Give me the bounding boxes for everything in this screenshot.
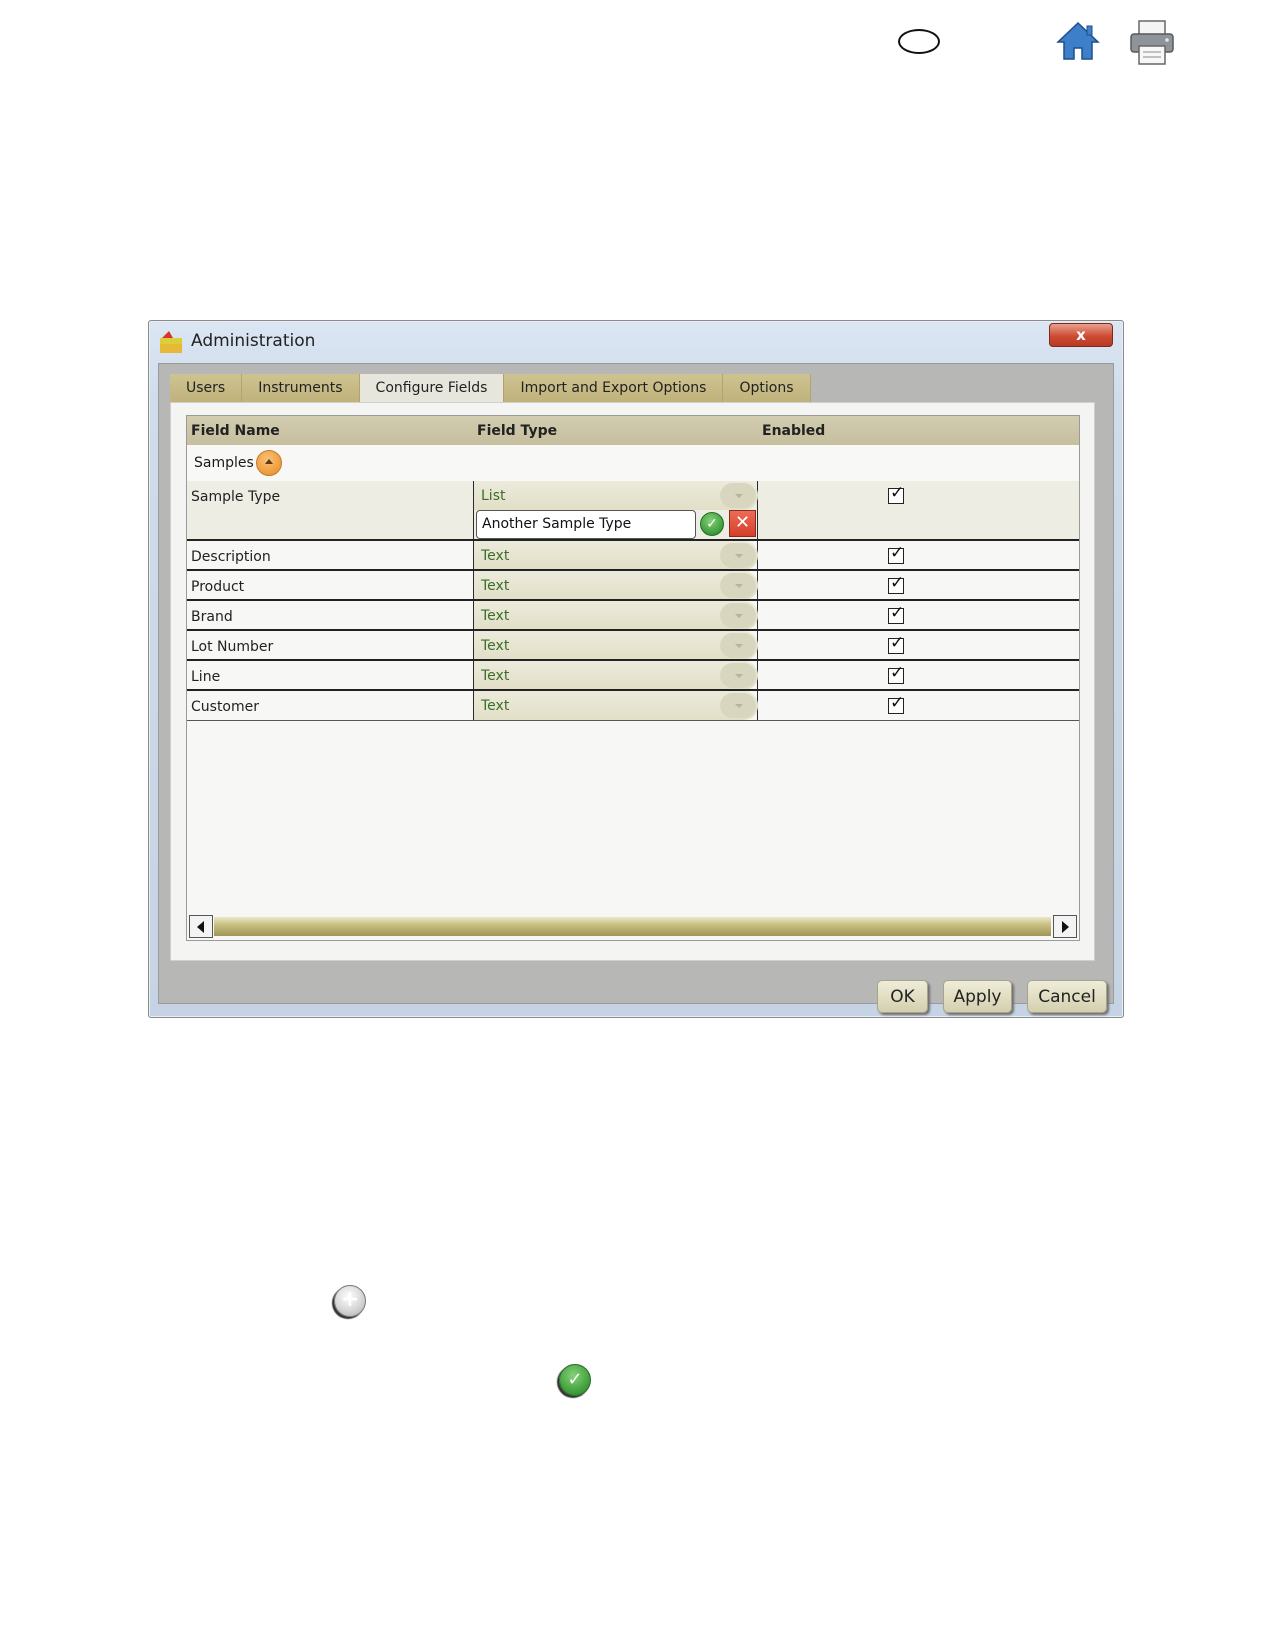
list-item-input[interactable]: Another Sample Type	[476, 510, 696, 539]
field-type-dropdown[interactable]: Text	[474, 571, 758, 600]
chevron-down-icon[interactable]	[720, 633, 756, 658]
add-icon: +	[334, 1285, 366, 1317]
scrollbar-thumb[interactable]	[214, 917, 1051, 936]
tab-users[interactable]: Users	[170, 374, 243, 402]
enabled-checkbox[interactable]	[888, 573, 904, 594]
table-row[interactable]: Brand Text	[187, 601, 1079, 631]
enabled-checkbox[interactable]	[888, 483, 904, 504]
scroll-right-arrow-icon[interactable]	[1053, 915, 1077, 938]
field-type-cell: Text	[473, 691, 758, 721]
tab-options[interactable]: Options	[723, 374, 811, 402]
ok-button[interactable]: OK	[877, 980, 928, 1013]
row-divider	[187, 720, 1079, 721]
check-icon: ✓	[559, 1364, 591, 1396]
tab-strip: Users Instruments Configure Fields Impor…	[170, 374, 811, 402]
field-name-cell: Line	[191, 669, 221, 685]
app-logo-icon	[160, 331, 182, 353]
title-bar[interactable]: Administration x	[149, 321, 1123, 363]
field-type-value: Text	[481, 578, 510, 594]
field-type-cell: Text	[473, 661, 758, 691]
tab-configure-fields[interactable]: Configure Fields	[359, 374, 505, 402]
horizontal-scrollbar[interactable]	[187, 913, 1079, 940]
field-type-dropdown[interactable]: Text	[474, 691, 758, 720]
field-type-value: List	[481, 488, 506, 504]
field-type-dropdown[interactable]: Text	[474, 601, 758, 630]
chevron-down-icon[interactable]	[720, 663, 756, 688]
administration-window: Administration x Users Instruments Confi…	[148, 320, 1124, 1018]
cancel-button[interactable]: Cancel	[1027, 980, 1107, 1013]
grid-header: Field Name Field Type Enabled	[187, 416, 1079, 445]
fields-grid: Field Name Field Type Enabled Samples Sa…	[186, 415, 1080, 941]
field-name-cell: Lot Number	[191, 639, 274, 655]
field-type-dropdown[interactable]: Text	[474, 541, 758, 570]
apply-button[interactable]: Apply	[943, 980, 1012, 1013]
configure-fields-panel: Field Name Field Type Enabled Samples Sa…	[170, 402, 1095, 961]
table-row[interactable]: Description Text	[187, 541, 1079, 571]
scroll-left-arrow-icon[interactable]	[189, 915, 213, 938]
field-type-value: Text	[481, 668, 510, 684]
field-type-dropdown[interactable]: Text	[474, 661, 758, 690]
collapse-group-button[interactable]	[256, 450, 282, 476]
field-name-cell: Description	[191, 549, 271, 565]
accept-check-icon[interactable]: ✓	[700, 512, 724, 536]
enabled-checkbox[interactable]	[888, 633, 904, 654]
enabled-checkbox[interactable]	[888, 543, 904, 564]
cancel-x-icon[interactable]: ✕	[729, 510, 756, 537]
table-row[interactable]: Product Text	[187, 571, 1079, 601]
enabled-checkbox[interactable]	[888, 663, 904, 684]
header-field-type[interactable]: Field Type	[477, 423, 557, 439]
window-client-area: Users Instruments Configure Fields Impor…	[158, 363, 1114, 1013]
close-button[interactable]: x	[1049, 323, 1113, 347]
header-enabled[interactable]: Enabled	[762, 423, 825, 439]
tab-import-export-options[interactable]: Import and Export Options	[504, 374, 724, 402]
table-row[interactable]: Customer Text	[187, 691, 1079, 721]
table-row[interactable]: Lot Number Text	[187, 631, 1079, 661]
field-type-value: Text	[481, 548, 510, 564]
chevron-down-icon[interactable]	[720, 693, 756, 718]
field-name-cell: Sample Type	[191, 489, 281, 505]
header-field-name[interactable]: Field Name	[191, 423, 280, 439]
chevron-down-icon[interactable]	[720, 603, 756, 628]
window-title: Administration	[191, 331, 316, 351]
tab-instruments[interactable]: Instruments	[242, 374, 360, 402]
table-row[interactable]: Sample Type List Another Sample Type ✓ ✕	[187, 481, 1079, 541]
field-type-dropdown[interactable]: List	[474, 481, 758, 510]
field-name-cell: Customer	[191, 699, 260, 715]
oval-icon	[898, 29, 940, 54]
field-type-value: Text	[481, 638, 510, 654]
field-type-cell: Text	[473, 631, 758, 661]
field-type-cell: List Another Sample Type ✓ ✕	[473, 481, 758, 541]
chevron-down-icon[interactable]	[720, 483, 756, 508]
group-row-samples: Samples	[187, 445, 1079, 481]
field-type-cell: Text	[473, 541, 758, 571]
chevron-down-icon[interactable]	[720, 543, 756, 568]
field-type-dropdown[interactable]: Text	[474, 631, 758, 660]
field-type-cell: Text	[473, 571, 758, 601]
print-icon[interactable]	[1128, 18, 1176, 66]
enabled-checkbox[interactable]	[888, 693, 904, 714]
chevron-down-icon[interactable]	[720, 573, 756, 598]
table-row[interactable]: Line Text	[187, 661, 1079, 691]
field-name-cell: Brand	[191, 609, 233, 625]
home-icon[interactable]	[1056, 20, 1100, 62]
group-label: Samples	[194, 455, 254, 471]
field-type-value: Text	[481, 608, 510, 624]
enabled-checkbox[interactable]	[888, 603, 904, 624]
field-type-value: Text	[481, 698, 510, 714]
field-name-cell: Product	[191, 579, 245, 595]
field-type-cell: Text	[473, 601, 758, 631]
